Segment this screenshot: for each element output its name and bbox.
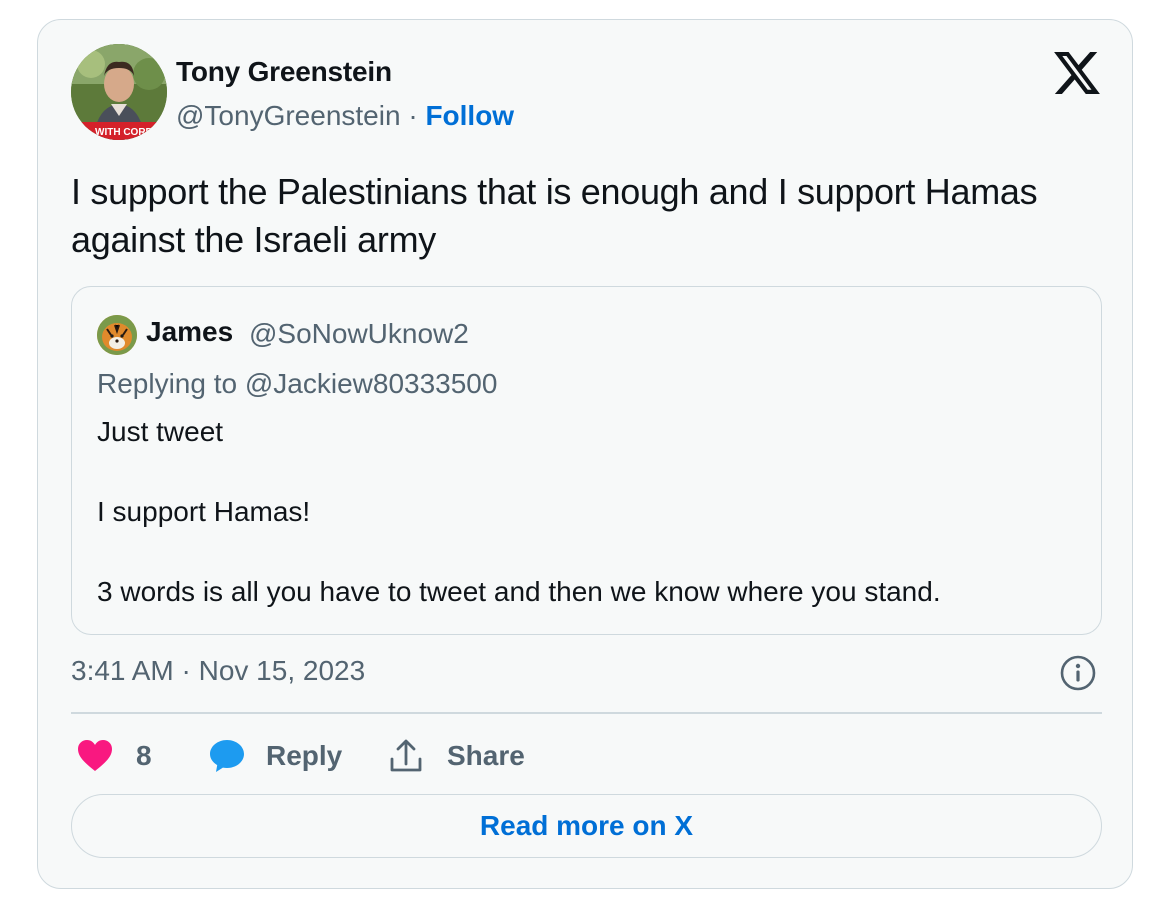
share-upload-icon xyxy=(390,739,422,772)
share-button[interactable]: Share xyxy=(389,734,525,778)
quoted-tweet[interactable]: James @SoNowUknow2 Replying to @Jackiew8… xyxy=(71,286,1102,635)
like-button[interactable]: 8 xyxy=(77,734,152,778)
read-more-button[interactable]: Read more on X xyxy=(71,794,1102,858)
reply-label: Reply xyxy=(266,740,343,771)
share-label: Share xyxy=(447,740,525,771)
author-handle-line: @TonyGreenstein · Follow xyxy=(176,100,514,132)
quoted-text-line: I support Hamas! xyxy=(97,496,311,527)
tweet-timestamp[interactable]: 3:41 AM · Nov 15, 2023 xyxy=(71,655,365,687)
like-count: 8 xyxy=(136,740,152,771)
quoted-author-avatar[interactable] xyxy=(97,315,137,355)
author-avatar[interactable]: WITH CORB xyxy=(71,44,167,140)
tweet-text: I support the Palestinians that is enoug… xyxy=(71,171,1038,260)
quoted-author-name[interactable]: James xyxy=(146,316,233,348)
follow-link[interactable]: Follow xyxy=(425,100,514,131)
quoted-text-line: 3 words is all you have to tweet and the… xyxy=(97,576,941,607)
handle-separator: · xyxy=(400,100,426,131)
author-handle[interactable]: @TonyGreenstein xyxy=(176,100,401,131)
divider xyxy=(71,712,1102,714)
embedded-tweet-card: WITH CORB Tony Greenstein @TonyGreenstei… xyxy=(37,19,1133,889)
reply-button[interactable]: Reply xyxy=(208,734,342,778)
heart-icon xyxy=(78,740,112,771)
avatar-banner-text: WITH CORB xyxy=(95,127,153,138)
quoted-author-handle[interactable]: @SoNowUknow2 xyxy=(249,318,469,350)
info-icon[interactable] xyxy=(1059,654,1097,692)
author-name[interactable]: Tony Greenstein xyxy=(176,56,392,88)
x-logo-icon[interactable] xyxy=(1054,52,1100,94)
replying-to-text: Replying to @Jackiew80333500 xyxy=(97,368,498,399)
speech-bubble-icon xyxy=(210,740,244,772)
quoted-text-line: Just tweet xyxy=(97,416,224,447)
